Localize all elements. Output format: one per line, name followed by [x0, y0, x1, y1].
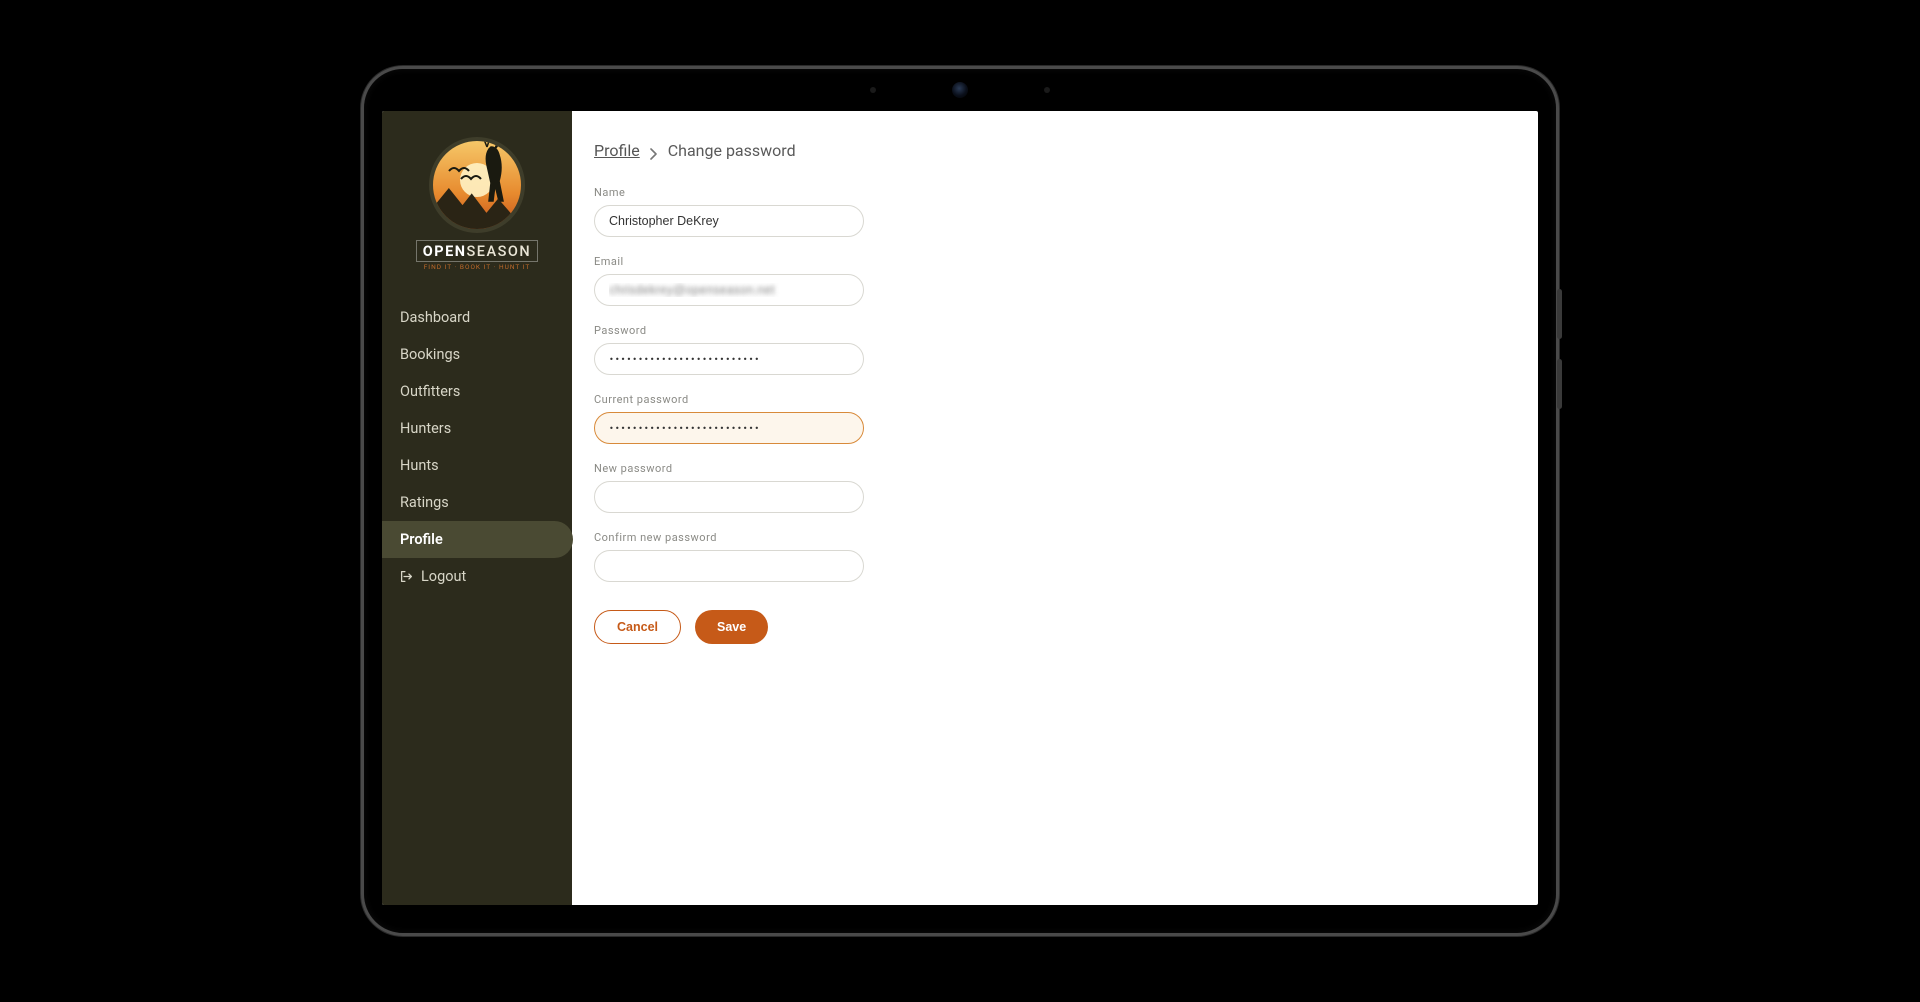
sidebar-item-dashboard[interactable]: Dashboard	[382, 299, 572, 336]
form-actions: Cancel Save	[594, 610, 1508, 644]
password-label: Password	[594, 324, 864, 337]
field-current-password: Current password	[594, 393, 864, 444]
new-password-input[interactable]	[594, 481, 864, 513]
new-password-label: New password	[594, 462, 864, 475]
save-button[interactable]: Save	[695, 610, 768, 644]
brand-word-1: OPEN	[423, 243, 467, 260]
sidebar-item-profile[interactable]: Profile	[382, 521, 573, 558]
sidebar-item-outfitters[interactable]: Outfitters	[382, 373, 572, 410]
sidebar: OPENSEASON FIND IT · BOOK IT · HUNT IT D…	[382, 111, 572, 905]
main-content: Profile Change password Name Email Passw…	[572, 111, 1538, 905]
sidebar-item-label: Hunts	[400, 457, 439, 474]
tablet-bezel	[364, 69, 1556, 111]
sidebar-item-label: Outfitters	[400, 383, 460, 400]
name-input[interactable]	[594, 205, 864, 237]
sidebar-item-label: Ratings	[400, 494, 449, 511]
field-name: Name	[594, 186, 864, 237]
sidebar-item-ratings[interactable]: Ratings	[382, 484, 572, 521]
sidebar-item-hunts[interactable]: Hunts	[382, 447, 572, 484]
breadcrumb: Profile Change password	[594, 141, 1508, 160]
name-label: Name	[594, 186, 864, 199]
sensor-dot	[1044, 87, 1050, 93]
confirm-password-label: Confirm new password	[594, 531, 864, 544]
brand-tagline: FIND IT · BOOK IT · HUNT IT	[424, 263, 531, 271]
field-new-password: New password	[594, 462, 864, 513]
sensor-dot	[870, 87, 876, 93]
sidebar-item-label: Bookings	[400, 346, 460, 363]
current-password-label: Current password	[594, 393, 864, 406]
brand-word-2: SEASON	[467, 243, 532, 260]
sidebar-item-logout[interactable]: Logout	[382, 558, 572, 595]
sidebar-item-label: Hunters	[400, 420, 451, 437]
mountains-icon	[433, 181, 521, 229]
brand-name: OPENSEASON	[416, 243, 538, 260]
sidebar-item-label: Dashboard	[400, 309, 470, 326]
email-label: Email	[594, 255, 864, 268]
cancel-button[interactable]: Cancel	[594, 610, 681, 644]
sidebar-nav: Dashboard Bookings Outfitters Hunters Hu…	[382, 299, 572, 595]
breadcrumb-parent-link[interactable]: Profile	[594, 141, 640, 160]
field-email: Email	[594, 255, 864, 306]
confirm-password-input[interactable]	[594, 550, 864, 582]
front-camera	[952, 82, 968, 98]
brand-logo: OPENSEASON FIND IT · BOOK IT · HUNT IT	[382, 129, 572, 299]
sidebar-item-label: Profile	[400, 531, 443, 548]
sidebar-item-bookings[interactable]: Bookings	[382, 336, 572, 373]
chevron-right-icon	[650, 145, 658, 157]
field-password: Password	[594, 324, 864, 375]
email-input[interactable]	[594, 274, 864, 306]
logout-icon	[400, 570, 413, 583]
app-screen: OPENSEASON FIND IT · BOOK IT · HUNT IT D…	[382, 111, 1538, 905]
tablet-frame: OPENSEASON FIND IT · BOOK IT · HUNT IT D…	[361, 66, 1559, 936]
sidebar-item-hunters[interactable]: Hunters	[382, 410, 572, 447]
current-password-input[interactable]	[594, 412, 864, 444]
field-confirm-password: Confirm new password	[594, 531, 864, 582]
breadcrumb-current: Change password	[668, 141, 796, 160]
sidebar-item-label: Logout	[421, 568, 466, 585]
password-input[interactable]	[594, 343, 864, 375]
logo-badge	[429, 137, 525, 233]
